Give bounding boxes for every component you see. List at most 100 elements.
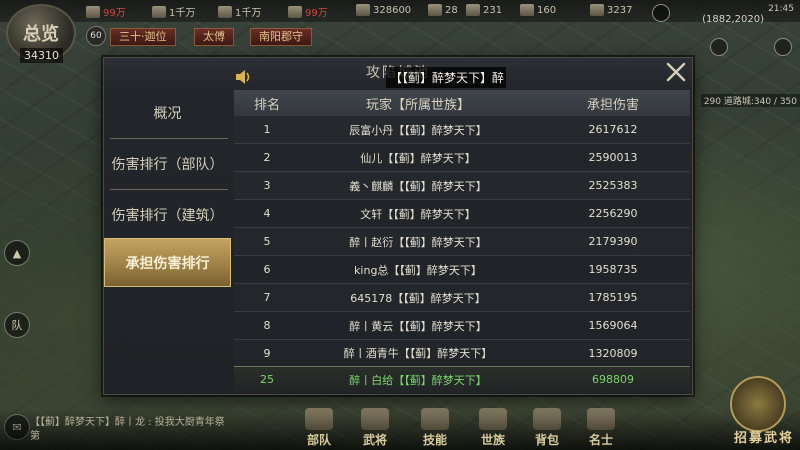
coordinates-readout: (1882,2020) bbox=[702, 14, 764, 25]
cell-rank: 7 bbox=[263, 291, 271, 304]
self-rank-row: 25 醉丨白给【【蓟】醉梦天下】 698809 bbox=[234, 366, 690, 392]
self-cell-player: 醉丨白给【【蓟】醉梦天下】 bbox=[349, 373, 487, 387]
minimap-icon[interactable] bbox=[710, 38, 728, 56]
side-army-icon[interactable]: ▲ bbox=[4, 240, 30, 266]
skill-icon bbox=[421, 408, 449, 430]
general-icon bbox=[361, 408, 389, 430]
menu-skills-button[interactable]: 技能 bbox=[412, 408, 458, 448]
table-row: 5 醉丨赵衍【【蓟】醉梦天下】 2179390 bbox=[234, 228, 690, 256]
resource-2[interactable]: 1千万 bbox=[152, 4, 195, 19]
resource-3[interactable]: 1千万 bbox=[218, 4, 261, 19]
table-row: 8 醉丨黄云【【蓟】醉梦天下】 1569064 bbox=[234, 312, 690, 340]
cell-damage: 2179390 bbox=[588, 235, 638, 248]
road-info: 290 道路城:340 / 350 bbox=[700, 94, 800, 107]
coin-icon bbox=[356, 4, 370, 16]
cell-damage: 1958735 bbox=[588, 263, 638, 276]
table-row: 4 文轩【【蓟】醉梦天下】 2256290 bbox=[234, 200, 690, 228]
menu-notables-button[interactable]: 名士 bbox=[578, 408, 624, 448]
cell-damage: 2590013 bbox=[588, 151, 638, 164]
ranking-table: 排名 玩家【所属世族】 承担伤害 1 辰富小丹【【蓟】醉梦天下】 2617612… bbox=[232, 88, 692, 394]
menu-clan-button[interactable]: 世族 bbox=[470, 408, 516, 448]
self-cell-rank: 25 bbox=[260, 373, 274, 386]
cell-damage: 2617612 bbox=[588, 123, 638, 136]
level-badge: 60 bbox=[86, 26, 106, 46]
column-header-player: 玩家【所属世族】 bbox=[365, 97, 470, 113]
tab-title-2[interactable]: 太傅 bbox=[194, 28, 234, 46]
cell-player: 醉丨赵衍【【蓟】醉梦天下】 bbox=[349, 235, 487, 249]
recruit-generals-button[interactable]: 招募武将 bbox=[734, 427, 794, 446]
location-pin-icon[interactable] bbox=[774, 38, 792, 56]
dialog-header: 攻陷城池 【【蓟】醉梦天下】醉 bbox=[104, 58, 692, 88]
top-resource-bar: 99万 1千万 1千万 99万 328600 28 231 160 3237 bbox=[0, 0, 800, 22]
self-cell-damage: 698809 bbox=[592, 373, 634, 386]
resource-8[interactable]: 160 bbox=[520, 4, 556, 16]
cell-player: 仙儿【【蓟】醉梦天下】 bbox=[360, 151, 476, 165]
chat-message[interactable]: 【【蓟】醉梦天下】醉丨龙 : 投我大厨青年祭 bbox=[30, 413, 225, 428]
stone-icon bbox=[218, 5, 232, 18]
resource-4[interactable]: 99万 bbox=[288, 4, 328, 19]
table-header: 排名 玩家【所属世族】 承担伤害 bbox=[234, 90, 690, 116]
table-row: 9 醉丨酒青牛【【蓟】醉梦天下】 1320809 bbox=[234, 340, 690, 366]
cell-rank: 3 bbox=[263, 179, 271, 192]
cell-rank: 4 bbox=[263, 207, 271, 220]
moon-icon[interactable] bbox=[652, 4, 670, 22]
chat-message-2: 第 bbox=[30, 431, 40, 442]
table-row: 7 645178【【蓟】醉梦天下】 1785195 bbox=[234, 284, 690, 312]
siege-result-dialog: 攻陷城池 【【蓟】醉梦天下】醉 概况 伤害排行（部队） 伤害排行（建筑） 承担伤… bbox=[103, 57, 693, 395]
speaker-icon bbox=[236, 70, 250, 84]
resource-1[interactable]: 99万 bbox=[86, 4, 126, 19]
cell-rank: 8 bbox=[263, 319, 271, 332]
cell-player: king总【【蓟】醉梦天下】 bbox=[354, 263, 482, 277]
grain-icon bbox=[288, 5, 302, 18]
cell-damage: 1785195 bbox=[588, 291, 638, 304]
cell-rank: 2 bbox=[263, 151, 271, 164]
side-team-button[interactable]: 队 bbox=[4, 312, 30, 338]
dialog-sidebar: 概况 伤害排行（部队） 伤害排行（建筑） 承担伤害排行 bbox=[104, 88, 231, 394]
cell-damage: 1320809 bbox=[588, 346, 638, 360]
resource-6[interactable]: 28 bbox=[428, 4, 458, 16]
nav-damage-rank-troops[interactable]: 伤害排行（部队） bbox=[104, 139, 231, 188]
scholar-icon bbox=[587, 408, 615, 430]
nav-damage-rank-buildings[interactable]: 伤害排行（建筑） bbox=[104, 190, 231, 239]
gem-icon bbox=[428, 4, 442, 16]
army-icon bbox=[305, 408, 333, 430]
cell-player: 醉丨黄云【【蓟】醉梦天下】 bbox=[349, 319, 487, 333]
wood-icon bbox=[86, 5, 100, 18]
nav-damage-taken-rank[interactable]: 承担伤害排行 bbox=[104, 238, 231, 287]
cell-damage: 2525383 bbox=[588, 179, 638, 192]
jade-icon bbox=[466, 4, 480, 16]
cell-player: 文轩【【蓟】醉梦天下】 bbox=[360, 207, 476, 221]
column-header-damage: 承担伤害 bbox=[586, 97, 639, 113]
menu-bag-button[interactable]: 背包 bbox=[524, 408, 570, 448]
cell-rank: 6 bbox=[263, 263, 271, 276]
resource-7[interactable]: 231 bbox=[466, 4, 502, 16]
table-row: 2 仙儿【【蓟】醉梦天下】 2590013 bbox=[234, 144, 690, 172]
gold-icon bbox=[590, 4, 604, 16]
overview-value: 34310 bbox=[20, 48, 63, 63]
cell-rank: 5 bbox=[263, 235, 271, 248]
close-icon[interactable] bbox=[664, 60, 688, 84]
tab-title-1[interactable]: 三十·迦位 bbox=[110, 28, 176, 46]
cell-damage: 2256290 bbox=[588, 207, 638, 220]
cell-player: 辰富小丹【【蓟】醉梦天下】 bbox=[349, 123, 487, 137]
cell-player: 醉丨酒青牛【【蓟】醉梦天下】 bbox=[343, 347, 493, 360]
recruit-icon[interactable] bbox=[730, 376, 786, 432]
announcement-banner: 【【蓟】醉梦天下】醉 bbox=[234, 66, 634, 88]
table-row: 6 king总【【蓟】醉梦天下】 1958735 bbox=[234, 256, 690, 284]
menu-generals-button[interactable]: 武将 bbox=[352, 408, 398, 448]
cell-rank: 9 bbox=[263, 346, 271, 360]
tab-title-3[interactable]: 南阳郡守 bbox=[250, 28, 312, 46]
clan-icon bbox=[479, 408, 507, 430]
plus-icon bbox=[520, 4, 534, 16]
cell-damage: 1569064 bbox=[588, 319, 638, 332]
nav-overview[interactable]: 概况 bbox=[104, 88, 231, 137]
table-row: 3 義丶麒麟【【蓟】醉梦天下】 2525383 bbox=[234, 172, 690, 200]
iron-icon bbox=[152, 5, 166, 18]
resource-5[interactable]: 328600 bbox=[356, 4, 411, 16]
menu-army-button[interactable]: 部队 bbox=[296, 408, 342, 448]
table-row: 1 辰富小丹【【蓟】醉梦天下】 2617612 bbox=[234, 116, 690, 144]
column-header-rank: 排名 bbox=[253, 97, 280, 113]
bag-icon bbox=[533, 408, 561, 430]
resource-9[interactable]: 3237 bbox=[590, 4, 632, 16]
announcement-text: 【【蓟】醉梦天下】醉 bbox=[386, 66, 506, 88]
